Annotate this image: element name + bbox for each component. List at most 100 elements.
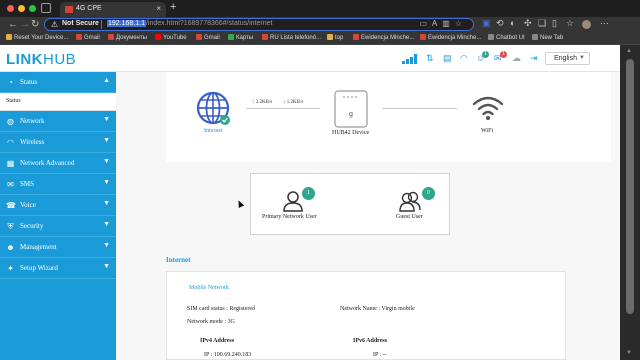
read-aloud-icon[interactable]: A bbox=[432, 19, 442, 28]
app-header: LINKHUB ⇅ ▤ ◠ ☺ 1 ✉ 1 ☁ ⇥ English ▼ bbox=[0, 45, 620, 72]
url-text[interactable]: 192.168.1.1/index.html?1689778366#/statu… bbox=[107, 20, 272, 27]
router-device-icon[interactable]: g bbox=[333, 89, 369, 129]
profile-avatar[interactable] bbox=[582, 20, 591, 29]
bookmark-favicon-icon bbox=[532, 34, 538, 40]
address-bar-actions[interactable]: ▭A▥☆ bbox=[419, 19, 467, 28]
sidebar-item-setup-wizard[interactable]: ✦ Setup Wizard ▼ bbox=[0, 258, 116, 279]
bookmark-favicon-icon bbox=[353, 34, 359, 40]
bookmark-item[interactable]: RU Lista telefonó... bbox=[262, 34, 321, 41]
scroll-down-icon[interactable]: ▼ bbox=[626, 350, 632, 356]
sidebar-item-security[interactable]: ⛨ Security ▼ bbox=[0, 216, 116, 237]
chevron-down-icon: ▼ bbox=[103, 158, 110, 165]
extension-icon[interactable]: ◐ bbox=[510, 18, 515, 28]
bookmark-item[interactable]: Документы bbox=[108, 34, 147, 41]
scrollbar-thumb[interactable] bbox=[626, 59, 634, 314]
internet-globe-icon[interactable] bbox=[196, 91, 230, 125]
data-transfer-icon: ⇅ bbox=[426, 53, 434, 63]
cloud-update-icon[interactable]: ☁ bbox=[512, 54, 521, 63]
sim-card-icon: ▤ bbox=[443, 53, 452, 63]
bookmark-favicon-icon bbox=[228, 34, 234, 40]
linkhub-logo[interactable]: LINKHUB bbox=[6, 51, 76, 68]
bitwarden-extension-icon[interactable]: ▣ bbox=[482, 18, 491, 29]
grid-icon: ▦ bbox=[6, 159, 15, 168]
sidebar-item-network[interactable]: ◍ Network ▼ bbox=[0, 111, 116, 132]
tab-close-icon[interactable]: × bbox=[156, 4, 161, 13]
chevron-down-icon: ▼ bbox=[103, 221, 110, 228]
users-badge: 1 bbox=[482, 51, 489, 58]
forward-icon[interactable]: → bbox=[20, 18, 30, 31]
split-screen-icon[interactable]: ▥ bbox=[442, 19, 455, 28]
browser-tab-strip: 4G CPE × + bbox=[0, 0, 640, 17]
warning-icon[interactable]: ⚠ bbox=[51, 20, 58, 29]
language-select[interactable]: English ▼ bbox=[545, 52, 590, 65]
primary-user-icon[interactable] bbox=[282, 190, 304, 212]
network-name: Network Name : Virgin mobile bbox=[340, 306, 415, 312]
sidebar-item-status[interactable]: ◔ Status ▲ bbox=[0, 72, 116, 93]
sidebar-item-network-advanced[interactable]: ▦ Network Advanced ▼ bbox=[0, 153, 116, 174]
ipv4-address: IP : 100.69.240.183 bbox=[204, 352, 252, 358]
bookmark-item[interactable]: Ewidencja Minche... bbox=[353, 34, 414, 41]
sidebar-item-voice[interactable]: ☎ Voice ▼ bbox=[0, 195, 116, 216]
chevron-up-icon: ▲ bbox=[103, 77, 110, 84]
logout-icon[interactable]: ⇥ bbox=[530, 54, 538, 63]
sidebar-item-label: Voice bbox=[20, 201, 36, 209]
settings-more-icon[interactable]: ⋯ bbox=[600, 18, 609, 29]
messages-badge: 1 bbox=[500, 51, 507, 58]
bookmark-favicon-icon bbox=[6, 34, 12, 40]
mobile-network-card: Mobile Network SIM card status : Registe… bbox=[166, 271, 566, 360]
svg-text:g: g bbox=[349, 111, 353, 118]
guest-user-count-badge: 0 bbox=[422, 187, 435, 200]
device-wifi-link-line bbox=[382, 108, 457, 109]
ipv6-address: IP : -- bbox=[373, 352, 387, 358]
back-icon[interactable]: ← bbox=[8, 18, 18, 31]
security-label[interactable]: Not Secure bbox=[62, 20, 99, 27]
bookmark-item[interactable]: Gmail bbox=[196, 34, 220, 41]
tab-title: 4G CPE bbox=[76, 5, 102, 12]
url-divider bbox=[101, 20, 102, 29]
url-path: /index.html?1689778366#/status/internet bbox=[145, 20, 273, 27]
bookmark-favicon-icon bbox=[262, 34, 268, 40]
browser-tab[interactable]: 4G CPE × bbox=[60, 2, 166, 17]
sidebar-item-wireless[interactable]: ◠ Wireless ▼ bbox=[0, 132, 116, 153]
guest-user-icon[interactable] bbox=[399, 190, 421, 212]
bookmark-item[interactable]: Ewidencja Minche... bbox=[420, 34, 481, 41]
bookmark-item[interactable]: top bbox=[327, 34, 343, 41]
maximize-window-button[interactable] bbox=[29, 5, 36, 12]
bookmark-item[interactable]: YouTube bbox=[155, 34, 187, 41]
tab-actions-icon[interactable] bbox=[41, 3, 51, 13]
browser-toolbar: ← → ↻ ⚠ Not Secure 192.168.1.1/index.htm… bbox=[0, 17, 640, 32]
reload-icon[interactable]: ↻ bbox=[31, 18, 39, 31]
sidebar-nav: ◔ Status ▲ Status ◍ Network ▼ ◠ Wireless… bbox=[0, 72, 116, 360]
favorites-icon[interactable]: ☆ bbox=[566, 18, 574, 29]
pie-chart-icon: ◔ bbox=[8, 78, 13, 87]
wifi-network-icon[interactable] bbox=[472, 95, 504, 121]
extensions-puzzle-icon[interactable]: ✣ bbox=[524, 18, 532, 29]
bookmark-item[interactable]: Карты bbox=[228, 34, 253, 41]
bookmark-item[interactable]: New Tab bbox=[532, 34, 563, 41]
tab-search-icon[interactable]: ▭ bbox=[419, 19, 432, 28]
collections-icon[interactable]: ❏ bbox=[538, 18, 546, 29]
favorite-star-icon[interactable]: ☆ bbox=[455, 19, 467, 28]
close-window-button[interactable] bbox=[7, 5, 14, 12]
translate-extension-icon[interactable]: ⟲ bbox=[496, 18, 504, 29]
bookmark-item[interactable]: Chatbot UI bbox=[488, 34, 525, 41]
bookmark-favicon-icon bbox=[196, 34, 202, 40]
page-scrollbar[interactable]: ▲ ▼ bbox=[620, 45, 640, 360]
address-bar[interactable]: ⚠ Not Secure 192.168.1.1/index.html?1689… bbox=[44, 18, 474, 31]
guest-user-label: Guest User bbox=[396, 214, 423, 220]
network-mode: Network mode : 3G bbox=[187, 319, 235, 325]
scroll-up-icon[interactable]: ▲ bbox=[626, 48, 632, 54]
download-rate: ↓ 1.2KB/s bbox=[283, 100, 304, 105]
minimize-window-button[interactable] bbox=[18, 5, 25, 12]
split-icon[interactable]: ▯ bbox=[552, 18, 557, 29]
sidebar-item-management[interactable]: ☻ Management ▼ bbox=[0, 237, 116, 258]
sidebar-item-sms[interactable]: ✉ SMS ▼ bbox=[0, 174, 116, 195]
new-tab-button[interactable]: + bbox=[170, 1, 176, 13]
people-icon: ☻ bbox=[6, 243, 15, 252]
sidebar-subitem-status[interactable]: Status bbox=[0, 93, 116, 111]
bookmark-item[interactable]: Gmail bbox=[76, 34, 100, 41]
chevron-down-icon: ▼ bbox=[103, 137, 110, 144]
bookmark-item[interactable]: Reset Your Device... bbox=[6, 34, 68, 41]
envelope-icon: ✉ bbox=[7, 180, 14, 189]
chevron-down-icon: ▼ bbox=[103, 263, 110, 270]
